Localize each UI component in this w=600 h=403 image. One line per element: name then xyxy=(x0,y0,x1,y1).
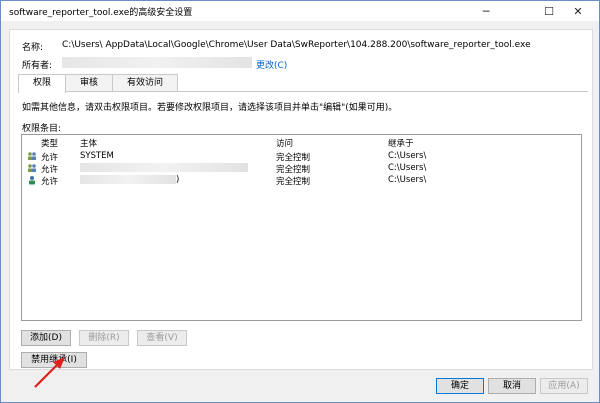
red-arrow-annotation-icon xyxy=(34,357,65,388)
row-principal: ) xyxy=(80,175,179,185)
header-principal[interactable]: 主体 xyxy=(80,137,97,149)
name-value: C:\Users\ AppData\Local\Google\Chrome\Us… xyxy=(62,40,531,50)
header-access[interactable]: 访问 xyxy=(276,137,293,149)
close-button[interactable]: ✕ xyxy=(557,1,599,21)
tab-permissions[interactable]: 权限 xyxy=(18,74,67,93)
users-group-icon xyxy=(28,152,36,160)
row-access: 完全控制 xyxy=(276,177,311,187)
row-principal-redacted xyxy=(80,163,248,173)
instructions-text: 如需其他信息，请双击权限项目。若要修改权限项目，请选择该项目并单击"编辑"(如果… xyxy=(22,103,398,113)
title-bar: software_reporter_tool.exe的高级安全设置 ─ ☐ ✕ xyxy=(1,1,599,21)
ok-button[interactable]: 确定 xyxy=(436,378,484,394)
name-label: 名称: xyxy=(22,43,44,53)
advanced-security-window: software_reporter_tool.exe的高级安全设置 ─ ☐ ✕ … xyxy=(0,0,600,403)
header-type[interactable]: 类型 xyxy=(41,137,58,149)
row-inherited-from: C:\Users\ xyxy=(388,163,427,173)
table-row[interactable]: 允许 完全控制 C:\Users\ xyxy=(22,162,581,175)
window-title: software_reporter_tool.exe的高级安全设置 xyxy=(9,8,193,18)
apply-button[interactable]: 应用(A) xyxy=(540,378,588,394)
change-owner-link[interactable]: 更改(C) xyxy=(256,58,287,71)
row-type: 允许 xyxy=(41,177,59,187)
remove-button[interactable]: 删除(R) xyxy=(79,330,129,346)
tab-strip: 权限 审核 有效访问 xyxy=(18,74,179,93)
owner-label: 所有者: xyxy=(22,61,53,71)
row-inherited-from: C:\Users\ xyxy=(388,151,427,161)
row-inherited-from: C:\Users\ xyxy=(388,175,427,185)
owner-value-redacted xyxy=(62,57,252,68)
row-principal-text: ) xyxy=(176,175,180,185)
permission-entries-label: 权限条目: xyxy=(22,124,62,134)
header-inherited-from[interactable]: 继承于 xyxy=(388,137,414,149)
user-icon xyxy=(29,176,35,185)
tab-effective-access[interactable]: 有效访问 xyxy=(112,74,179,92)
table-row[interactable]: 允许 ) 完全控制 C:\Users\ xyxy=(22,174,581,187)
cancel-button[interactable]: 取消 xyxy=(488,378,536,394)
minimize-button[interactable]: ─ xyxy=(465,1,507,21)
users-group-icon xyxy=(28,164,36,172)
table-row[interactable]: 允许 SYSTEM 完全控制 C:\Users\ xyxy=(22,150,581,163)
dialog-content: 名称: C:\Users\ AppData\Local\Google\Chrom… xyxy=(9,29,593,370)
permission-entries-list[interactable]: 类型 主体 访问 继承于 允许 SYSTEM 完全控制 C:\Users\ 允许… xyxy=(21,134,582,321)
add-button[interactable]: 添加(D) xyxy=(21,330,71,346)
tab-auditing[interactable]: 审核 xyxy=(65,74,114,92)
list-header: 类型 主体 访问 继承于 xyxy=(22,137,581,149)
row-principal: SYSTEM xyxy=(80,151,114,161)
view-button[interactable]: 查看(V) xyxy=(137,330,187,346)
